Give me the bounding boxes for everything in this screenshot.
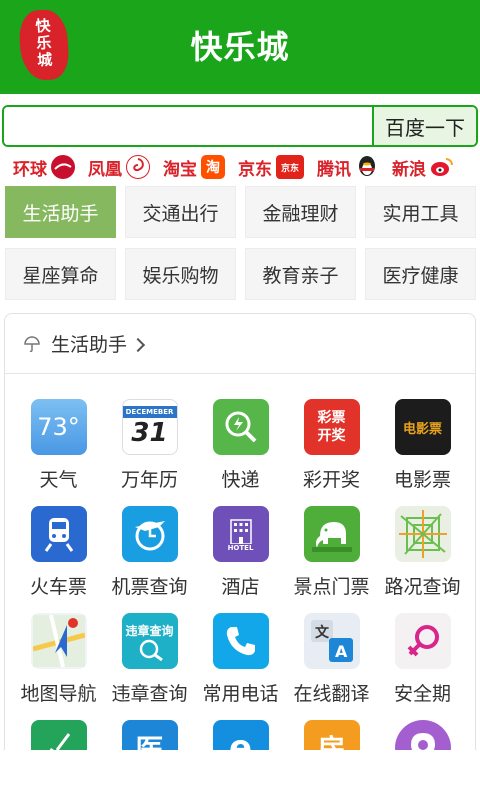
taobao-logo-icon: 淘 bbox=[201, 155, 225, 179]
category-tabs: 生活助手 交通出行 金融理财 实用工具 星座算命 娱乐购物 教育亲子 医疗健康 bbox=[5, 186, 476, 300]
link-taobao[interactable]: 淘宝 淘 bbox=[163, 155, 225, 180]
baidu-search-button[interactable]: 百度一下 bbox=[372, 107, 476, 145]
female-symbol-icon bbox=[394, 613, 451, 669]
app-header: 快 乐 城 快乐城 bbox=[0, 0, 480, 94]
qq-penguin-icon bbox=[355, 155, 379, 179]
tab-education[interactable]: 教育亲子 bbox=[245, 248, 356, 300]
app-phone[interactable]: 常用电话 bbox=[195, 613, 286, 720]
app-grid: 73° 天气 DECEMEBER 31 万年历 快递 彩票开奖 彩开奖 电影票 … bbox=[13, 399, 473, 799]
lottery-icon: 彩票开奖 bbox=[303, 399, 360, 455]
app-traffic[interactable]: 路况查询 bbox=[377, 506, 468, 613]
movie-ticket-icon: 电影票 bbox=[394, 399, 451, 455]
app-hotel[interactable]: HOTEL 酒店 bbox=[195, 506, 286, 613]
huanqiu-logo-icon bbox=[51, 155, 75, 179]
app-scenic-tickets[interactable]: 景点门票 bbox=[286, 506, 377, 613]
app-violation[interactable]: 违章查询 违章查询 bbox=[104, 613, 195, 720]
app-express[interactable]: 快递 bbox=[195, 399, 286, 506]
app-translate[interactable]: 文A 在线翻译 bbox=[286, 613, 377, 720]
fenghuang-logo-icon bbox=[126, 155, 150, 179]
weather-icon: 73° bbox=[30, 399, 87, 455]
app-weather[interactable]: 73° 天气 bbox=[13, 399, 104, 506]
jd-logo-icon: 京东 bbox=[276, 155, 304, 179]
traffic-map-icon bbox=[394, 506, 451, 562]
section-header[interactable]: 生活助手 bbox=[5, 314, 475, 374]
violation-query-icon: 违章查询 bbox=[121, 613, 178, 669]
app-train[interactable]: 火车票 bbox=[13, 506, 104, 613]
section-card: 生活助手 73° 天气 DECEMEBER 31 万年历 快递 彩票开奖 彩开奖 bbox=[4, 313, 476, 800]
app-movie-ticket[interactable]: 电影票 电影票 bbox=[377, 399, 468, 506]
airplane-icon bbox=[121, 506, 178, 562]
elephant-icon bbox=[303, 506, 360, 562]
app-calendar[interactable]: DECEMEBER 31 万年历 bbox=[104, 399, 195, 506]
app-safe-period[interactable]: 安全期 bbox=[377, 613, 468, 720]
tab-medical[interactable]: 医疗健康 bbox=[365, 248, 476, 300]
hotel-icon: HOTEL bbox=[212, 506, 269, 562]
link-sina[interactable]: 新浪 bbox=[392, 155, 454, 180]
search-input[interactable] bbox=[4, 107, 372, 145]
tab-finance[interactable]: 金融理财 bbox=[245, 186, 356, 238]
tab-tools[interactable]: 实用工具 bbox=[365, 186, 476, 238]
link-fenghuang[interactable]: 凤凰 bbox=[88, 155, 150, 180]
train-icon bbox=[30, 506, 87, 562]
app-lottery[interactable]: 彩票开奖 彩开奖 bbox=[286, 399, 377, 506]
translate-icon: 文A bbox=[303, 613, 360, 669]
calendar-icon: DECEMEBER 31 bbox=[121, 399, 178, 455]
screen-bottom-edge bbox=[0, 750, 480, 800]
section-title: 生活助手 bbox=[51, 334, 128, 356]
tab-horoscope[interactable]: 星座算命 bbox=[5, 248, 116, 300]
weibo-logo-icon bbox=[430, 155, 454, 179]
link-huanqiu[interactable]: 环球 bbox=[13, 155, 75, 180]
link-jd[interactable]: 京东 京东 bbox=[238, 155, 304, 180]
chevron-right-icon bbox=[130, 337, 146, 352]
search-bar: 百度一下 bbox=[2, 105, 478, 147]
map-navigation-icon bbox=[30, 613, 87, 669]
tab-entertainment[interactable]: 娱乐购物 bbox=[125, 248, 236, 300]
app-flight[interactable]: 机票查询 bbox=[104, 506, 195, 613]
svg-text:A: A bbox=[335, 642, 348, 661]
svg-text:文: 文 bbox=[315, 624, 330, 641]
phone-icon bbox=[212, 613, 269, 669]
tab-transport[interactable]: 交通出行 bbox=[125, 186, 236, 238]
app-title: 快乐城 bbox=[190, 28, 290, 66]
express-search-icon bbox=[212, 399, 269, 455]
app-map-navigation[interactable]: 地图导航 bbox=[13, 613, 104, 720]
tab-life-assistant[interactable]: 生活助手 bbox=[5, 186, 116, 238]
quick-links: 环球 凤凰 淘宝 淘 京东 京东 腾讯 新浪 bbox=[0, 150, 480, 184]
link-qq[interactable]: 腾讯 bbox=[317, 155, 379, 180]
umbrella-icon bbox=[24, 335, 40, 352]
